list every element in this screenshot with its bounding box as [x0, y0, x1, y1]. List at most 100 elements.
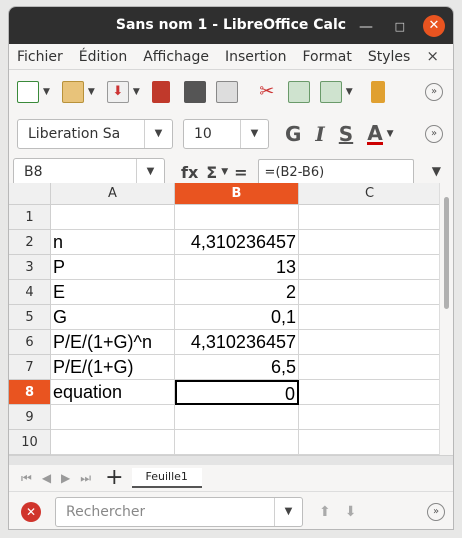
- first-sheet-icon[interactable]: ⏮: [21, 471, 32, 486]
- open-dropdown-icon[interactable]: ▼: [88, 87, 95, 97]
- row-header[interactable]: 9: [9, 405, 51, 430]
- cell-a[interactable]: [51, 205, 175, 230]
- last-sheet-icon[interactable]: ⏭: [80, 471, 91, 486]
- clone-formatting-icon[interactable]: [370, 81, 385, 103]
- cell-c[interactable]: [299, 280, 441, 305]
- cell-c[interactable]: [299, 430, 441, 455]
- row-header[interactable]: 4: [9, 280, 51, 305]
- vertical-scrollbar[interactable]: [439, 183, 453, 455]
- maximize-icon[interactable]: □: [395, 20, 405, 33]
- more-options-icon[interactable]: »: [425, 83, 443, 101]
- expand-formula-icon[interactable]: ▼: [432, 164, 441, 178]
- more-options-icon[interactable]: »: [425, 125, 443, 143]
- add-sheet-button[interactable]: +: [105, 467, 123, 489]
- cell-b[interactable]: 6,5: [175, 355, 299, 380]
- formula-input[interactable]: =(B2-B6): [257, 159, 414, 185]
- menu-item-0[interactable]: Fichier: [17, 49, 63, 65]
- cell-b[interactable]: 2: [175, 280, 299, 305]
- cell-c[interactable]: [299, 205, 441, 230]
- cell-c[interactable]: [299, 305, 441, 330]
- find-previous-icon[interactable]: ⬆: [319, 504, 331, 520]
- horizontal-scrollbar[interactable]: [9, 455, 453, 465]
- underline-button[interactable]: S: [339, 122, 353, 146]
- chevron-down-icon[interactable]: ▼: [240, 120, 268, 148]
- cell-c[interactable]: [299, 330, 441, 355]
- close-window-button[interactable]: ✕: [423, 15, 445, 37]
- name-box[interactable]: B8 ▼: [13, 158, 165, 186]
- cell-a[interactable]: G: [51, 305, 175, 330]
- cell-b[interactable]: [175, 405, 299, 430]
- row-header[interactable]: 5: [9, 305, 51, 330]
- paste-icon[interactable]: [319, 81, 342, 103]
- cell-a[interactable]: P/E/(1+G)^n: [51, 330, 175, 355]
- new-spreadsheet-icon[interactable]: [17, 81, 39, 103]
- row-header[interactable]: 6: [9, 330, 51, 355]
- more-options-icon[interactable]: »: [427, 503, 445, 521]
- copy-icon[interactable]: [287, 81, 310, 103]
- row-header[interactable]: 2: [9, 230, 51, 255]
- close-find-button[interactable]: ✕: [21, 501, 41, 522]
- new-dropdown-icon[interactable]: ▼: [43, 87, 50, 97]
- sum-dropdown-icon[interactable]: ▼: [221, 167, 228, 177]
- sum-button[interactable]: Σ: [206, 163, 217, 182]
- menu-item-3[interactable]: Insertion: [225, 49, 286, 65]
- formula-button[interactable]: =: [234, 163, 247, 182]
- font-color-dropdown-icon[interactable]: ▼: [387, 129, 394, 139]
- menu-item-2[interactable]: Affichage: [143, 49, 209, 65]
- export-pdf-icon[interactable]: [151, 81, 170, 103]
- sheet-tab-feuille1[interactable]: Feuille1: [131, 468, 202, 488]
- font-name-combo[interactable]: Liberation Sa ▼: [17, 119, 173, 149]
- column-header-a[interactable]: A: [51, 183, 175, 205]
- close-document-button[interactable]: ×: [426, 47, 439, 65]
- chevron-down-icon[interactable]: ▼: [144, 120, 172, 148]
- prev-sheet-icon[interactable]: ◀: [42, 471, 51, 485]
- row-header[interactable]: 3: [9, 255, 51, 280]
- cell-b[interactable]: 4,310236457: [175, 330, 299, 355]
- row-header[interactable]: 10: [9, 430, 51, 455]
- select-all-corner[interactable]: [9, 183, 51, 205]
- row-header[interactable]: 1: [9, 205, 51, 230]
- cell-a[interactable]: P/E/(1+G): [51, 355, 175, 380]
- cell-a[interactable]: [51, 405, 175, 430]
- open-folder-icon[interactable]: [61, 81, 84, 103]
- cell-c[interactable]: [299, 405, 441, 430]
- function-wizard-button[interactable]: fx: [181, 163, 198, 182]
- cell-b[interactable]: 0,1: [175, 305, 299, 330]
- cell-c[interactable]: [299, 230, 441, 255]
- chevron-down-icon[interactable]: ▼: [274, 497, 302, 526]
- cell-b[interactable]: 4,310236457: [175, 230, 299, 255]
- menu-item-5[interactable]: Styles: [368, 49, 410, 65]
- row-header[interactable]: 7: [9, 355, 51, 380]
- cell-a[interactable]: equation: [51, 380, 175, 405]
- scrollbar-thumb[interactable]: [444, 197, 449, 309]
- cut-icon[interactable]: ✂: [256, 81, 278, 103]
- cell-b[interactable]: 0: [175, 380, 299, 405]
- row-header[interactable]: 8: [9, 380, 51, 405]
- cell-a[interactable]: E: [51, 280, 175, 305]
- spreadsheet-grid[interactable]: A B C 1 2 n 4,310236457 3 P 13 4 E 2 5 G 0,1 6 P/E/(1+…: [9, 183, 453, 455]
- next-sheet-icon[interactable]: ▶: [61, 471, 70, 485]
- cell-b[interactable]: [175, 430, 299, 455]
- cell-a[interactable]: P: [51, 255, 175, 280]
- cell-c[interactable]: [299, 255, 441, 280]
- cell-b[interactable]: 13: [175, 255, 299, 280]
- cell-c[interactable]: [299, 355, 441, 380]
- find-next-icon[interactable]: ⬇: [345, 504, 357, 520]
- cell-c[interactable]: [299, 380, 441, 405]
- font-color-button[interactable]: A: [367, 123, 383, 145]
- print-icon[interactable]: [183, 81, 206, 103]
- print-preview-icon[interactable]: [215, 81, 238, 103]
- cell-b[interactable]: [175, 205, 299, 230]
- bold-button[interactable]: G: [285, 122, 301, 146]
- menu-item-1[interactable]: Édition: [79, 49, 127, 65]
- cell-a[interactable]: n: [51, 230, 175, 255]
- column-header-b[interactable]: B: [175, 183, 299, 205]
- find-input[interactable]: Rechercher ▼: [55, 496, 303, 527]
- minimize-icon[interactable]: —: [359, 19, 373, 35]
- save-icon[interactable]: ⬇: [106, 81, 129, 103]
- paste-dropdown-icon[interactable]: ▼: [346, 87, 353, 97]
- column-header-c[interactable]: C: [299, 183, 441, 205]
- menu-item-4[interactable]: Format: [302, 49, 351, 65]
- italic-button[interactable]: I: [315, 122, 324, 146]
- cell-a[interactable]: [51, 430, 175, 455]
